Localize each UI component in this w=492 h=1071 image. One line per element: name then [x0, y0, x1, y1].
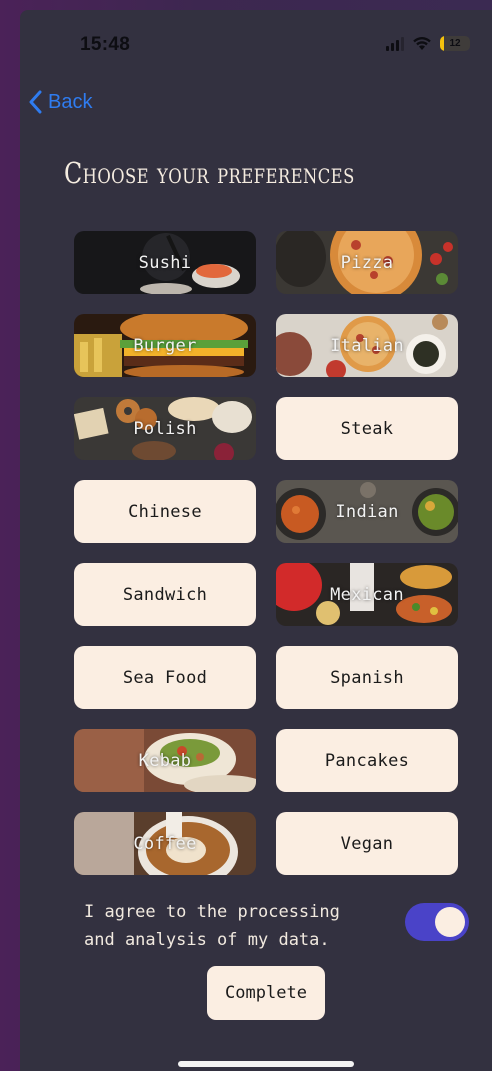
- preference-label: Chinese: [128, 501, 202, 522]
- wifi-icon: [413, 37, 431, 50]
- preference-sea-food[interactable]: Sea Food: [74, 646, 256, 709]
- preference-label: Indian: [335, 501, 399, 522]
- battery-level: 12: [449, 38, 461, 49]
- back-label: Back: [48, 90, 93, 113]
- status-time: 15:48: [80, 34, 131, 55]
- preference-label: Sandwich: [122, 584, 208, 605]
- consent-line-2: and analysis of my data.: [84, 930, 330, 950]
- preference-chinese[interactable]: Chinese: [74, 480, 256, 543]
- preference-burger[interactable]: Burger: [74, 314, 256, 377]
- preference-label: Steak: [340, 418, 394, 439]
- preference-indian[interactable]: Indian: [276, 480, 458, 543]
- home-indicator: [178, 1061, 354, 1067]
- preference-pancakes[interactable]: Pancakes: [276, 729, 458, 792]
- status-bar: 15:48 12: [20, 10, 492, 80]
- app-screen: 15:48 12 Back Choose your preferences Su…: [20, 10, 492, 1071]
- preference-polish[interactable]: Polish: [74, 397, 256, 460]
- preference-italian[interactable]: Italian: [276, 314, 458, 377]
- preference-steak[interactable]: Steak: [276, 397, 458, 460]
- consent-text: I agree to the processing and analysis o…: [84, 898, 394, 954]
- preference-label: Kebab: [138, 750, 192, 771]
- preference-pizza[interactable]: Pizza: [276, 231, 458, 294]
- preference-sushi[interactable]: Sushi: [74, 231, 256, 294]
- preference-label: Coffee: [133, 833, 197, 854]
- preference-label: Mexican: [330, 584, 404, 605]
- chevron-left-icon: [29, 90, 42, 114]
- preference-label: Sushi: [138, 252, 192, 273]
- consent-line-1: I agree to the processing: [84, 902, 340, 922]
- preference-coffee[interactable]: Coffee: [74, 812, 256, 875]
- preference-kebab[interactable]: Kebab: [74, 729, 256, 792]
- preference-label: Spanish: [330, 667, 404, 688]
- cellular-signal-icon: [386, 36, 404, 51]
- battery-icon: 12: [440, 36, 470, 51]
- back-button[interactable]: Back: [28, 90, 92, 114]
- status-icons: 12: [386, 36, 470, 51]
- toggle-knob: [435, 907, 465, 937]
- preference-label: Burger: [133, 335, 197, 356]
- complete-button[interactable]: Complete: [207, 966, 325, 1020]
- preference-label: Pizza: [340, 252, 394, 273]
- preference-label: Polish: [133, 418, 197, 439]
- preference-label: Vegan: [340, 833, 394, 854]
- preferences-grid: Sushi Pizza Burger Italian Polish Steak …: [74, 231, 458, 875]
- preference-spanish[interactable]: Spanish: [276, 646, 458, 709]
- preference-label: Pancakes: [324, 750, 410, 771]
- preference-sandwich[interactable]: Sandwich: [74, 563, 256, 626]
- preference-vegan[interactable]: Vegan: [276, 812, 458, 875]
- consent-toggle[interactable]: [405, 903, 469, 941]
- preference-label: Italian: [330, 335, 404, 356]
- page-title: Choose your preferences: [64, 156, 355, 190]
- preference-mexican[interactable]: Mexican: [276, 563, 458, 626]
- preference-label: Sea Food: [122, 667, 208, 688]
